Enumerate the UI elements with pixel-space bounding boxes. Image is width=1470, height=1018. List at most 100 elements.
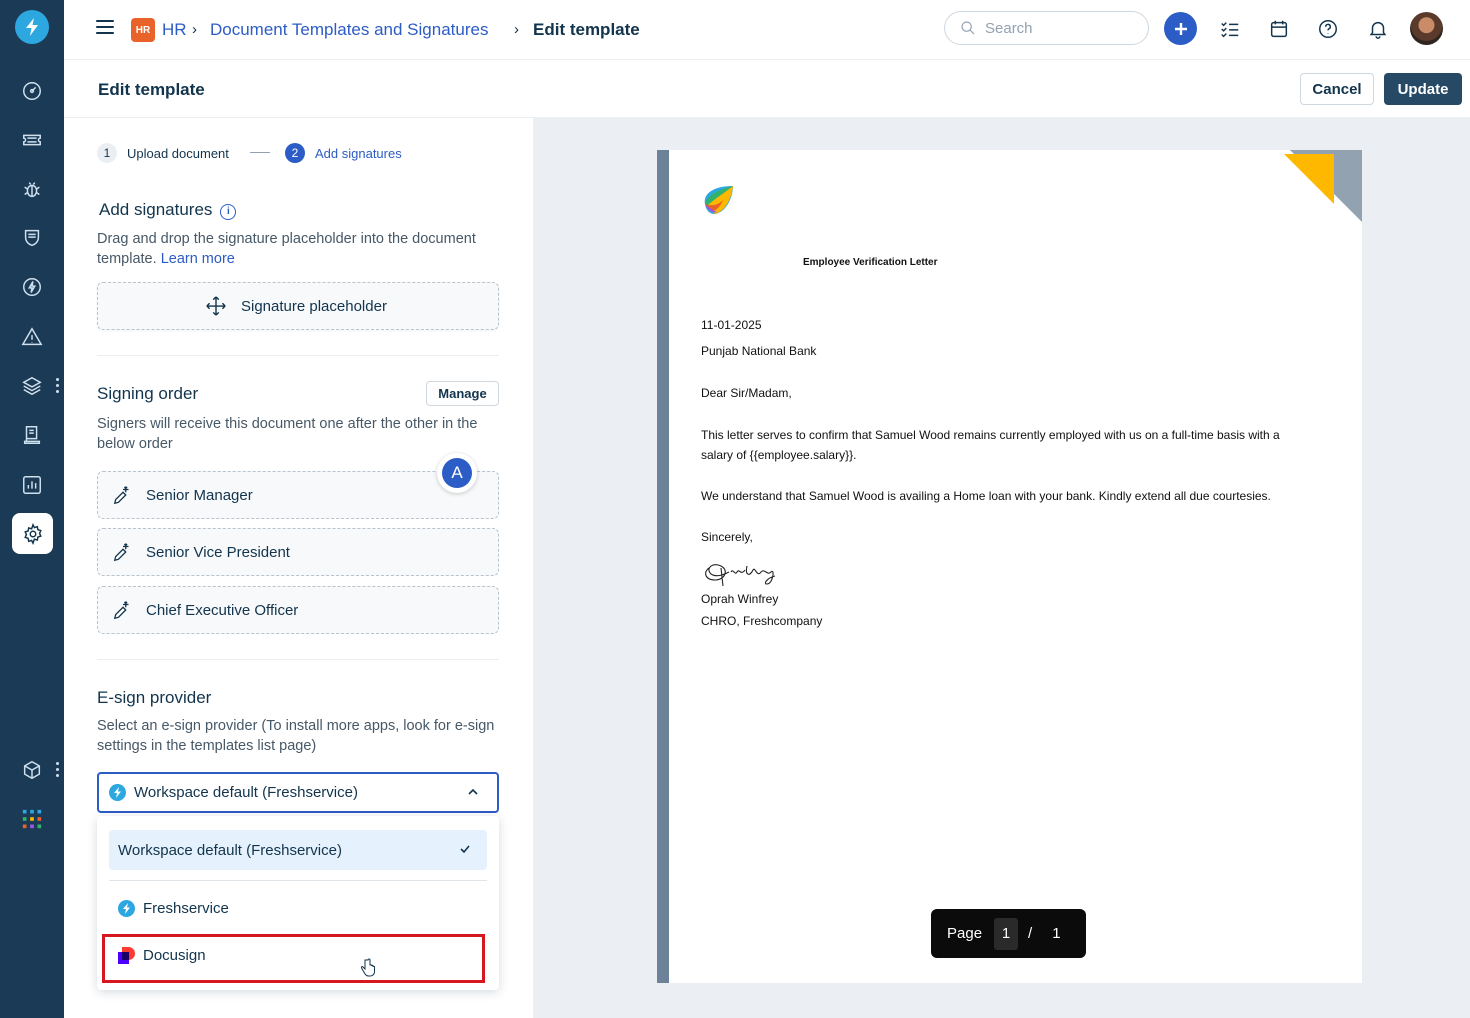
add-signatures-heading: Add signatures i xyxy=(99,200,237,220)
signer-name: Senior Vice President xyxy=(146,543,290,561)
breadcrumb-document-templates[interactable]: Document Templates and Signatures xyxy=(210,20,488,40)
chevron-up-icon xyxy=(468,788,478,795)
breadcrumb-current: Edit template xyxy=(533,20,640,39)
current-page-input[interactable]: 1 xyxy=(994,917,1019,950)
page-subheader: Edit template Cancel Update xyxy=(64,61,1470,118)
tickets-icon[interactable] xyxy=(18,126,46,154)
add-signatures-title: Add signatures xyxy=(99,200,213,219)
breadcrumb-hr[interactable]: HR xyxy=(162,20,187,40)
step-label: Upload document xyxy=(127,145,229,161)
new-item-plus-button[interactable] xyxy=(1164,12,1197,45)
signer-marker-letter: A xyxy=(442,458,472,488)
selected-provider: Workspace default (Freshservice) xyxy=(134,784,358,801)
step-number: 1 xyxy=(97,143,117,163)
alerts-warning-icon[interactable] xyxy=(18,323,46,351)
learn-more-link[interactable]: Learn more xyxy=(161,251,235,267)
signer-name: Senior Manager xyxy=(146,486,253,504)
search-input[interactable] xyxy=(985,19,1135,37)
notifications-bell-icon[interactable] xyxy=(1365,16,1391,42)
dropdown-divider xyxy=(109,880,487,881)
page-navigator: Page 1 / 1 xyxy=(931,909,1086,958)
document-paragraph-2: We understand that Samuel Wood is availi… xyxy=(701,489,1271,503)
product-switcher-grid-icon[interactable] xyxy=(18,805,46,833)
reports-chart-icon[interactable] xyxy=(18,471,46,499)
more-dots-icon[interactable] xyxy=(56,762,60,780)
hr-module-badge: HR xyxy=(131,18,155,42)
page-label: Page xyxy=(947,925,983,942)
help-question-icon[interactable] xyxy=(1315,16,1341,42)
calendar-icon[interactable] xyxy=(1266,16,1292,42)
option-freshservice[interactable]: Freshservice xyxy=(118,900,229,917)
hand-cursor-icon xyxy=(360,958,375,977)
signer-name: Chief Executive Officer xyxy=(146,601,299,619)
signature-pen-icon xyxy=(113,601,129,620)
document-date: 11-01-2025 xyxy=(701,318,762,332)
drag-move-icon xyxy=(206,296,226,316)
user-avatar[interactable] xyxy=(1410,12,1443,45)
breadcrumb-chevron-icon: › xyxy=(514,21,519,38)
document-paragraph-1-cont: salary of {{employee.salary}}. xyxy=(701,448,857,462)
solutions-book-icon[interactable] xyxy=(18,421,46,449)
step-label: Add signatures xyxy=(315,145,402,161)
total-pages: 1 xyxy=(1052,925,1061,942)
signer-marker-badge: A xyxy=(437,453,477,493)
signature-settings-panel: 1 Upload document 2 Add signatures Add s… xyxy=(64,118,533,1018)
option-label: Workspace default (Freshservice) xyxy=(118,841,342,859)
top-header: HR HR › Document Templates and Signature… xyxy=(64,0,1470,60)
signer-title: CHRO, Freshcompany xyxy=(701,614,823,628)
freshservice-logo-icon[interactable] xyxy=(15,10,49,44)
signing-order-description: Signers will receive this document one a… xyxy=(97,416,478,452)
option-workspace-default[interactable]: Workspace default (Freshservice) xyxy=(109,830,487,870)
left-nav-rail xyxy=(0,0,64,1018)
step-connector xyxy=(250,152,270,153)
hamburger-menu-icon[interactable] xyxy=(96,20,114,38)
apps-cube-icon[interactable] xyxy=(18,756,46,784)
option-docusign[interactable]: Docusign xyxy=(118,947,206,964)
handwritten-signature xyxy=(705,564,776,587)
esign-provider-description: Select an e-sign provider (To install mo… xyxy=(97,718,495,754)
document-recipient: Punjab National Bank xyxy=(701,344,817,358)
manage-button[interactable]: Manage xyxy=(426,381,499,406)
breadcrumb-chevron-icon: › xyxy=(192,21,197,38)
step-number: 2 xyxy=(285,143,305,163)
company-logo xyxy=(704,186,733,214)
signer-item[interactable]: Chief Executive Officer xyxy=(97,586,499,634)
info-icon[interactable]: i xyxy=(220,204,237,220)
document-title: Employee Verification Letter xyxy=(803,257,938,268)
document-closing: Sincerely, xyxy=(701,530,753,544)
search-icon xyxy=(961,21,975,35)
document-page: Employee Verification Letter 11-01-2025 … xyxy=(657,150,1362,983)
signing-order-title: Signing order xyxy=(97,384,199,403)
checkmark-icon xyxy=(460,845,470,854)
update-button[interactable]: Update xyxy=(1384,73,1462,105)
document-preview: Employee Verification Letter 11-01-2025 … xyxy=(533,118,1470,1018)
signature-placeholder-draggable[interactable]: Signature placeholder xyxy=(97,282,499,330)
esign-provider-select[interactable]: Workspace default (Freshservice) xyxy=(97,772,499,813)
document-paragraph-1: This letter serves to confirm that Samue… xyxy=(701,428,1280,442)
releases-bolt-icon[interactable] xyxy=(18,273,46,301)
section-divider xyxy=(97,659,499,660)
assets-layers-icon[interactable] xyxy=(18,372,46,400)
page-separator: / xyxy=(1028,925,1033,942)
signer-item[interactable]: Senior Vice President xyxy=(97,528,499,576)
add-signatures-description-text: Drag and drop the signature placeholder … xyxy=(97,231,476,267)
signature-pen-icon xyxy=(113,543,129,562)
corner-decoration xyxy=(1284,154,1334,204)
more-dots-icon[interactable] xyxy=(56,378,60,396)
docusign-icon xyxy=(118,947,135,964)
problems-bug-icon[interactable] xyxy=(18,175,46,203)
page-title: Edit template xyxy=(98,80,205,99)
cancel-button[interactable]: Cancel xyxy=(1300,73,1374,105)
freshservice-icon xyxy=(109,784,126,801)
step-add-signatures[interactable]: 2 Add signatures xyxy=(285,143,402,163)
step-upload-document[interactable]: 1 Upload document xyxy=(97,143,229,163)
admin-settings-gear-icon[interactable] xyxy=(12,513,53,554)
dashboard-icon[interactable] xyxy=(18,77,46,105)
esign-provider-dropdown: Workspace default (Freshservice) Freshse… xyxy=(97,816,499,990)
option-label: Freshservice xyxy=(143,900,229,917)
global-search[interactable] xyxy=(944,11,1149,45)
todo-checklist-icon[interactable] xyxy=(1217,16,1243,42)
esign-provider-title: E-sign provider xyxy=(97,688,212,707)
signer-name: Oprah Winfrey xyxy=(701,592,779,606)
changes-shield-icon[interactable] xyxy=(18,224,46,252)
